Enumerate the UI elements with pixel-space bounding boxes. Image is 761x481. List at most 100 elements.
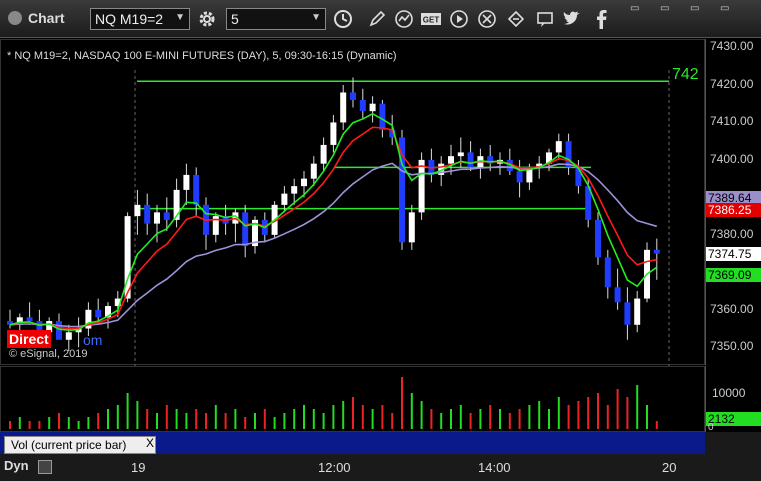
volume-bar <box>606 405 609 429</box>
play-icon[interactable] <box>448 8 470 30</box>
svg-text:GET: GET <box>423 16 440 25</box>
candle-body <box>310 163 317 179</box>
volume-bar <box>597 393 599 429</box>
volume-bar <box>146 409 149 429</box>
candle-body <box>134 204 141 217</box>
price-tick-label: 7420.00 <box>710 76 754 91</box>
minimize-icon[interactable]: ▭ <box>660 3 678 15</box>
volume-bar <box>479 409 482 429</box>
volume-bar <box>244 417 247 429</box>
volume-bar <box>126 393 129 429</box>
candle <box>320 137 327 172</box>
candle <box>497 152 503 175</box>
candle-body <box>418 159 425 213</box>
price-axis[interactable]: 7430.00 7420.00 7410.00 7400.00 7380.00 7360.… <box>705 39 761 365</box>
volume-bar <box>420 401 423 429</box>
volume-svg <box>9 377 658 429</box>
volume-bar <box>450 409 452 429</box>
volume-bar <box>263 409 266 429</box>
candle-body <box>340 92 347 123</box>
get-icon[interactable]: GET <box>420 8 442 30</box>
chart-header: * NQ M19=2, NASDAQ 100 E-MINI FUTURES (D… <box>7 50 397 62</box>
volume-bar <box>499 409 501 429</box>
price-tag: 7369.09 <box>706 267 761 282</box>
candle <box>144 193 151 235</box>
candle <box>506 148 513 175</box>
candle-body <box>448 156 454 164</box>
vol-title[interactable]: Vol (current price bar) <box>4 436 156 454</box>
volume-bar <box>371 409 374 429</box>
vol-title-bar: Vol (current price bar) X <box>0 432 705 454</box>
candle-body <box>65 332 72 340</box>
volume-bar <box>185 413 188 429</box>
volume-bar <box>165 405 168 429</box>
candle <box>428 148 435 183</box>
dyn-mode-label[interactable]: Dyn <box>4 458 29 473</box>
candle-body <box>183 174 190 190</box>
volume-bar <box>224 413 227 429</box>
chevron-down-icon[interactable]: ▼ <box>311 12 321 23</box>
settings-icon[interactable] <box>196 8 218 30</box>
volume-bar <box>293 409 296 429</box>
link-icon[interactable] <box>505 8 527 30</box>
candle-body <box>163 212 170 220</box>
candle <box>418 152 425 220</box>
candle-body <box>95 309 102 318</box>
candle-body <box>595 219 601 258</box>
dyn-toggle-icon[interactable] <box>38 460 52 474</box>
alert-icon[interactable] <box>476 8 498 30</box>
time-label-19: 19 <box>131 460 146 475</box>
restore-icon[interactable]: ▭ <box>630 3 648 15</box>
volume-bar <box>538 401 541 429</box>
maximize-icon[interactable]: ▭ <box>690 3 708 15</box>
window-title: Chart <box>8 10 65 26</box>
volume-bar <box>214 405 217 429</box>
price-tick-label: 7360.00 <box>710 301 754 316</box>
candle-body <box>379 103 386 130</box>
vol-title-text: Vol (current price bar) <box>11 438 127 452</box>
chart-icon[interactable] <box>393 8 415 30</box>
vol-tag: 2132 <box>706 412 761 426</box>
candle <box>7 309 13 329</box>
candle-body <box>56 321 62 340</box>
time-label-1200: 12:00 <box>318 460 351 475</box>
candle-body <box>291 186 298 194</box>
volume-bar <box>636 385 639 429</box>
volume-bar <box>430 409 433 429</box>
volume-panel[interactable] <box>0 366 705 432</box>
volume-bar <box>77 421 80 429</box>
twitter-icon[interactable] <box>561 8 583 30</box>
price-tick-label: 7380.00 <box>710 226 754 241</box>
candle <box>614 268 621 310</box>
facebook-icon[interactable] <box>590 8 612 30</box>
volume-bar <box>381 405 384 429</box>
candle <box>85 302 92 337</box>
clock-icon[interactable] <box>332 8 354 30</box>
candle-body <box>653 249 660 254</box>
time-axis[interactable]: Vol (current price bar) X Dyn 19 12:00 1… <box>0 432 761 481</box>
price-chart-panel[interactable]: * NQ M19=2, NASDAQ 100 E-MINI FUTURES (D… <box>0 39 705 366</box>
volume-bar <box>67 417 70 429</box>
ma-purple-line <box>9 162 658 328</box>
candle-body <box>516 171 523 183</box>
candle-body <box>369 103 376 112</box>
chevron-down-icon[interactable]: ▼ <box>175 12 185 23</box>
comment-icon[interactable] <box>534 8 556 30</box>
close-icon[interactable]: ▭ <box>720 3 738 15</box>
volume-bar <box>440 413 443 429</box>
volume-bar <box>136 401 139 429</box>
chart-app-icon <box>8 11 22 25</box>
candle <box>359 88 366 119</box>
candle-body <box>301 178 307 187</box>
symbol-value: NQ M19=2 <box>95 11 164 27</box>
pencil-icon[interactable] <box>366 8 388 30</box>
volume-bar <box>410 393 413 429</box>
vol-close-icon[interactable]: X <box>146 436 154 450</box>
interval-input[interactable]: 5 ▼ <box>226 8 326 30</box>
volume-bar <box>116 405 119 429</box>
price-tick-label: 7430.00 <box>710 39 754 54</box>
symbol-input[interactable]: NQ M19=2 ▼ <box>90 8 190 30</box>
candle-body <box>467 152 474 168</box>
volume-bar <box>87 417 90 429</box>
candle-body <box>320 144 327 164</box>
